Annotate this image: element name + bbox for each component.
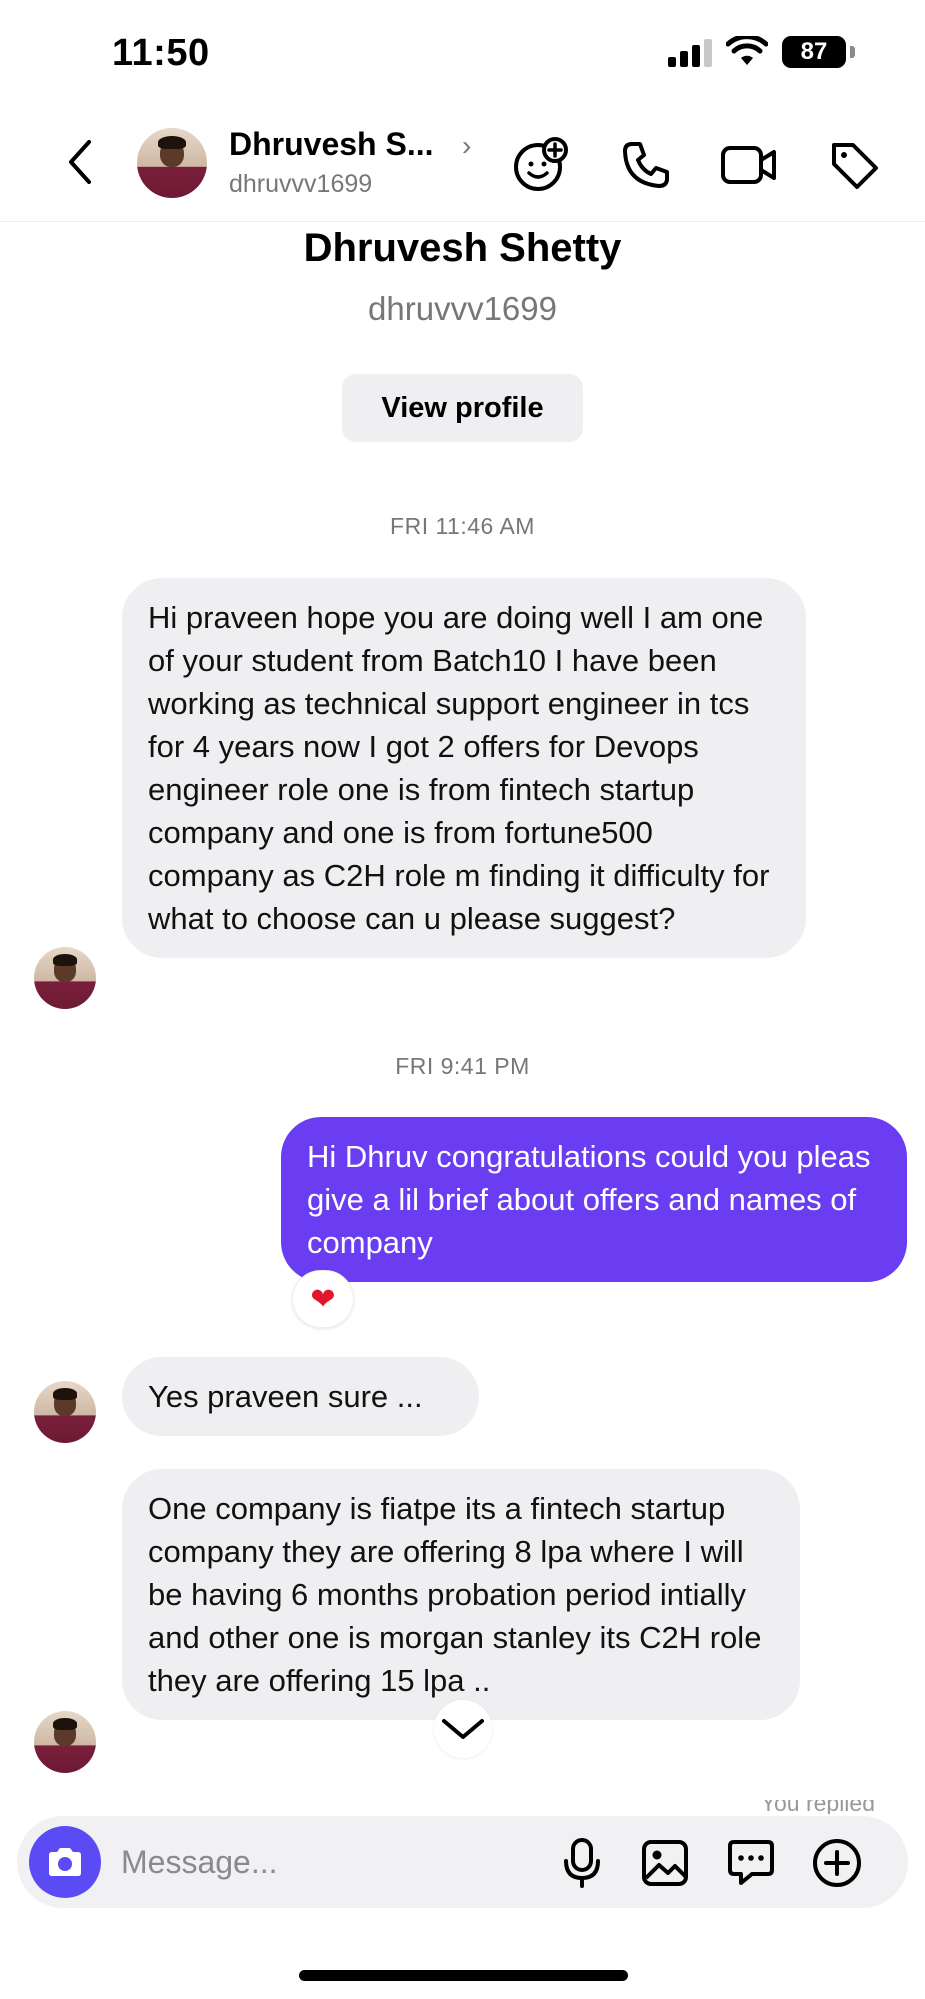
avatar[interactable] bbox=[34, 1711, 96, 1773]
profile-name: Dhruvesh Shetty bbox=[303, 226, 622, 270]
sticker-add-button[interactable] bbox=[511, 136, 569, 194]
message-bubble-incoming[interactable]: Hi praveen hope you are doing well I am … bbox=[122, 578, 806, 958]
chevron-down-icon bbox=[442, 1719, 484, 1739]
microphone-button[interactable] bbox=[555, 1836, 609, 1890]
camera-button[interactable] bbox=[29, 1826, 101, 1898]
back-button[interactable] bbox=[56, 134, 104, 190]
message-bubble-outgoing[interactable]: Hi Dhruv congratulations could you pleas… bbox=[281, 1117, 907, 1282]
heart-reaction-icon[interactable]: ❤ bbox=[292, 1270, 354, 1328]
replied-indicator: You replied bbox=[715, 1800, 875, 1814]
battery-nub bbox=[850, 46, 855, 58]
message-bubble-icon bbox=[728, 1840, 774, 1885]
status-time: 11:50 bbox=[112, 32, 210, 74]
chevron-right-icon[interactable]: › bbox=[462, 130, 471, 162]
call-button[interactable] bbox=[617, 136, 675, 194]
view-profile-button[interactable]: View profile bbox=[342, 374, 583, 442]
sticker-button[interactable] bbox=[724, 1836, 778, 1890]
home-indicator[interactable] bbox=[299, 1970, 628, 1981]
plus-circle-icon bbox=[813, 1839, 861, 1887]
image-icon bbox=[642, 1840, 688, 1886]
replied-indicator-text: You replied bbox=[760, 1800, 875, 1814]
message-input[interactable] bbox=[121, 1840, 551, 1884]
battery-icon: 87 bbox=[782, 36, 846, 68]
video-camera-icon bbox=[721, 146, 776, 184]
more-options-button[interactable] bbox=[810, 1836, 864, 1890]
message-bubble-incoming[interactable]: One company is fiatpe its a fintech star… bbox=[122, 1469, 800, 1720]
battery-level: 87 bbox=[800, 38, 828, 65]
tag-icon bbox=[832, 143, 878, 189]
profile-username: dhruvvv1699 bbox=[368, 290, 557, 327]
avatar[interactable] bbox=[34, 1381, 96, 1443]
video-call-button[interactable] bbox=[720, 136, 778, 194]
sticker-add-icon bbox=[514, 137, 568, 191]
status-icons: 87 bbox=[668, 36, 855, 68]
chevron-left-icon bbox=[69, 140, 91, 184]
tag-button[interactable] bbox=[825, 136, 883, 194]
cellular-signal-icon bbox=[668, 37, 712, 67]
avatar[interactable] bbox=[137, 128, 207, 198]
message-composer bbox=[17, 1816, 908, 1908]
wifi-icon bbox=[726, 36, 768, 65]
phone-icon bbox=[623, 142, 669, 188]
scroll-to-bottom-button[interactable] bbox=[434, 1700, 492, 1758]
header-contact-name[interactable]: Dhruvesh S... bbox=[229, 126, 434, 163]
avatar[interactable] bbox=[34, 947, 96, 1009]
message-timestamp: FRI 9:41 PM bbox=[395, 1053, 530, 1079]
camera-icon bbox=[49, 1848, 81, 1876]
message-bubble-incoming[interactable]: Yes praveen sure ... bbox=[122, 1357, 479, 1436]
gallery-button[interactable] bbox=[638, 1836, 692, 1890]
header-username: dhruvvv1699 bbox=[229, 170, 373, 198]
chat-header: Dhruvesh S... › dhruvvv1699 bbox=[0, 110, 925, 222]
message-timestamp: FRI 11:46 AM bbox=[390, 513, 535, 539]
microphone-icon bbox=[564, 1838, 600, 1888]
